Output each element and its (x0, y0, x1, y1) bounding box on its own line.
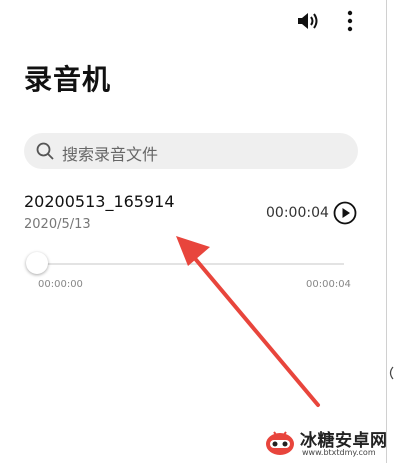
slider-track (38, 263, 344, 265)
divider (386, 0, 387, 463)
recording-name: 20200513_165914 (24, 192, 175, 211)
recording-duration: 00:00:04 (266, 205, 329, 221)
page-title: 录音机 (24, 63, 112, 96)
top-toolbar (0, 0, 394, 44)
watermark-url: www.btxtdmy.com (302, 448, 376, 457)
total-time: 00:00:04 (306, 279, 351, 290)
volume-icon[interactable] (296, 10, 322, 32)
playback-slider[interactable] (26, 252, 346, 278)
search-icon (36, 142, 54, 160)
search-input[interactable]: 搜索录音文件 (24, 133, 358, 169)
edge-bracket-icon (389, 366, 394, 380)
play-icon[interactable] (333, 201, 357, 225)
watermark-logo-icon (266, 431, 294, 455)
search-placeholder: 搜索录音文件 (62, 145, 159, 164)
current-time: 00:00:00 (38, 279, 83, 290)
more-vertical-icon[interactable] (344, 10, 356, 32)
recording-date: 2020/5/13 (24, 217, 91, 232)
list-item[interactable]: 20200513_165914 2020/5/13 00:00:04 (0, 186, 394, 246)
slider-thumb[interactable] (26, 252, 48, 274)
watermark: 冰糖安卓网 www.btxtdmy.com (260, 424, 394, 463)
